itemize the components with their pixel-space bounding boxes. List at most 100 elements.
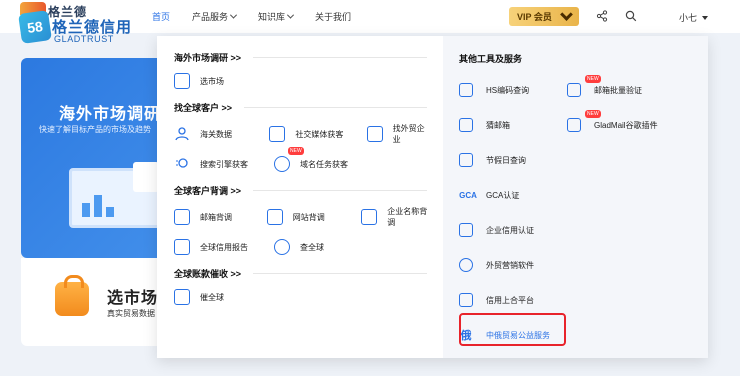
menu-item-check-global[interactable]: 查全球 xyxy=(274,239,324,255)
nav-products[interactable]: 产品服务 xyxy=(192,10,238,23)
gca-icon: GCA xyxy=(459,190,477,200)
tool-label: 猜邮箱 xyxy=(486,120,510,130)
mail-icon xyxy=(174,209,190,225)
tool-label: 企业信用认证 xyxy=(486,225,534,235)
building-icon xyxy=(269,126,286,142)
hero-title: 海外市场调研 xyxy=(59,106,162,123)
website-icon xyxy=(266,209,283,225)
caret-down-icon xyxy=(702,15,709,20)
tool-marketing-software[interactable]: 外贸营销软件 xyxy=(459,256,567,274)
tool-label: 节假日查询 xyxy=(486,155,526,165)
section-title: 找全球客户 >> xyxy=(174,102,233,113)
menu-item-label: 域名任务获客 xyxy=(300,159,348,169)
menu-item-label: 企业名称背调 xyxy=(387,207,428,227)
section-title: 全球客户背调 >> xyxy=(174,185,242,196)
search-icon[interactable] xyxy=(625,10,637,22)
nav-products-label: 产品服务 xyxy=(192,12,229,22)
market-card-subtitle: 真实贸易数据 xyxy=(107,309,155,318)
logo-text-en: GLADTRUST xyxy=(54,34,114,44)
puzzle-icon xyxy=(567,118,581,132)
menu-item-search-engine[interactable]: 搜索引擎获客 xyxy=(174,156,260,172)
main-nav: 首页 产品服务 知识库 关于我们 xyxy=(152,0,373,33)
menu-item-label: 催全球 xyxy=(200,292,224,302)
vip-label: VIP 会员 xyxy=(517,12,552,22)
menu-item-label: 全球信用报告 xyxy=(200,242,248,252)
tool-label: GCA认证 xyxy=(486,190,520,200)
tool-sco-platform[interactable]: 信用上合平台 xyxy=(459,291,567,309)
menu-item-social-media[interactable]: 社交媒体获客 xyxy=(269,123,352,145)
menu-item-website-check[interactable]: 网站背调 xyxy=(266,206,348,228)
tool-credit-cert[interactable]: 企业信用认证 xyxy=(459,221,567,239)
search-engine-icon xyxy=(174,156,190,172)
menu-item-domain-task[interactable]: NEW 域名任务获客 xyxy=(274,147,348,172)
menu-item-credit-report[interactable]: 全球信用报告 xyxy=(174,239,260,255)
menu-item-find-trade-companies[interactable]: 找外贸企业 xyxy=(366,123,429,145)
logo-badge: 58 xyxy=(18,10,52,44)
menu-item-collect-global[interactable]: 催全球 xyxy=(174,289,224,305)
section-find-customers[interactable]: 找全球客户 >> xyxy=(174,100,443,114)
tool-hs-code[interactable]: HS编码查询 xyxy=(459,81,567,99)
menu-item-customs-data[interactable]: 海关数据 xyxy=(174,123,255,145)
menu-item-select-market[interactable]: 选市场 xyxy=(174,73,224,89)
section-background-check[interactable]: 全球客户背调 >> xyxy=(174,183,443,197)
tool-gladmail-plugin[interactable]: NEW GladMail谷歌插件 xyxy=(567,110,687,134)
vip-button[interactable]: VIP 会员 xyxy=(509,7,579,26)
tool-label: HS编码查询 xyxy=(486,85,530,95)
person-icon xyxy=(174,126,190,142)
tool-label: 信用上合平台 xyxy=(486,295,534,305)
company-icon xyxy=(361,209,378,225)
share-icon[interactable] xyxy=(596,10,608,22)
report-icon xyxy=(174,239,190,255)
chevron-down-icon xyxy=(287,11,295,19)
top-navbar: 58 格兰德 格兰德信用 GLADTRUST 首页 产品服务 知识库 关于我们 … xyxy=(0,0,740,44)
menu-item-label: 查全球 xyxy=(300,242,324,252)
nav-knowledge[interactable]: 知识库 xyxy=(258,10,295,23)
new-badge: NEW xyxy=(585,75,601,83)
mail-verify-icon xyxy=(567,83,581,97)
menu-item-label: 海关数据 xyxy=(200,129,232,139)
tool-label: GladMail谷歌插件 xyxy=(594,120,658,130)
credit-icon xyxy=(459,223,473,237)
menu-item-email-check[interactable]: 邮箱背调 xyxy=(174,206,253,228)
menu-item-label: 网站背调 xyxy=(292,212,325,222)
vip-chevron-icon xyxy=(560,8,573,21)
menu-item-company-name-check[interactable]: 企业名称背调 xyxy=(361,206,429,228)
section-market-research[interactable]: 海外市场调研 >> xyxy=(174,50,443,64)
user-name: 小七 xyxy=(679,13,698,23)
new-badge: NEW xyxy=(585,110,601,118)
menu-item-label: 搜索引擎获客 xyxy=(200,159,248,169)
highlight-box xyxy=(459,313,566,346)
dropdown-right-column: 其他工具及服务 HS编码查询 NEW 邮箱批量验证 猜邮箱 NEW GladMa… xyxy=(443,36,708,358)
nav-knowledge-label: 知识库 xyxy=(258,12,286,22)
menu-item-label: 选市场 xyxy=(200,76,224,86)
section-title: 海外市场调研 >> xyxy=(174,52,242,63)
nav-home-label: 首页 xyxy=(152,12,171,22)
section-title: 全球账款催收 >> xyxy=(174,268,242,279)
new-badge: NEW xyxy=(288,147,304,155)
car-icon xyxy=(366,126,383,142)
shopping-bag-icon xyxy=(55,275,89,316)
tool-guess-email[interactable]: 猜邮箱 xyxy=(459,116,567,134)
market-card-title: 选市场 xyxy=(107,290,159,307)
section-debt-collection[interactable]: 全球账款催收 >> xyxy=(174,266,443,280)
collect-icon xyxy=(174,289,190,305)
other-tools-title: 其他工具及服务 xyxy=(459,54,523,64)
menu-item-label: 找外贸企业 xyxy=(392,124,425,144)
tool-label: 外贸营销软件 xyxy=(486,260,534,270)
monitor-icon xyxy=(174,73,190,89)
marketing-icon xyxy=(459,258,473,272)
menu-item-label: 邮箱背调 xyxy=(200,212,232,222)
dropdown-left-column: 海外市场调研 >> 选市场 找全球客户 >> 海关数据 社交媒体获客 找外贸企业… xyxy=(157,36,443,358)
code-icon xyxy=(459,83,473,97)
nav-about[interactable]: 关于我们 xyxy=(315,10,351,23)
hero-subtitle: 快速了解目标产品的市场及趋势 xyxy=(39,125,151,134)
tool-holiday-query[interactable]: 节假日查询 xyxy=(459,151,567,169)
calendar-icon xyxy=(459,153,473,167)
nav-home[interactable]: 首页 xyxy=(152,10,170,23)
tool-gca[interactable]: GCA GCA认证 xyxy=(459,186,567,204)
panel-illustration xyxy=(133,162,159,192)
logo[interactable]: 58 格兰德 格兰德信用 GLADTRUST xyxy=(16,2,146,46)
user-menu[interactable]: 小七 xyxy=(679,11,709,24)
globe-icon xyxy=(274,239,290,255)
tool-email-verify[interactable]: NEW 邮箱批量验证 xyxy=(567,75,687,99)
